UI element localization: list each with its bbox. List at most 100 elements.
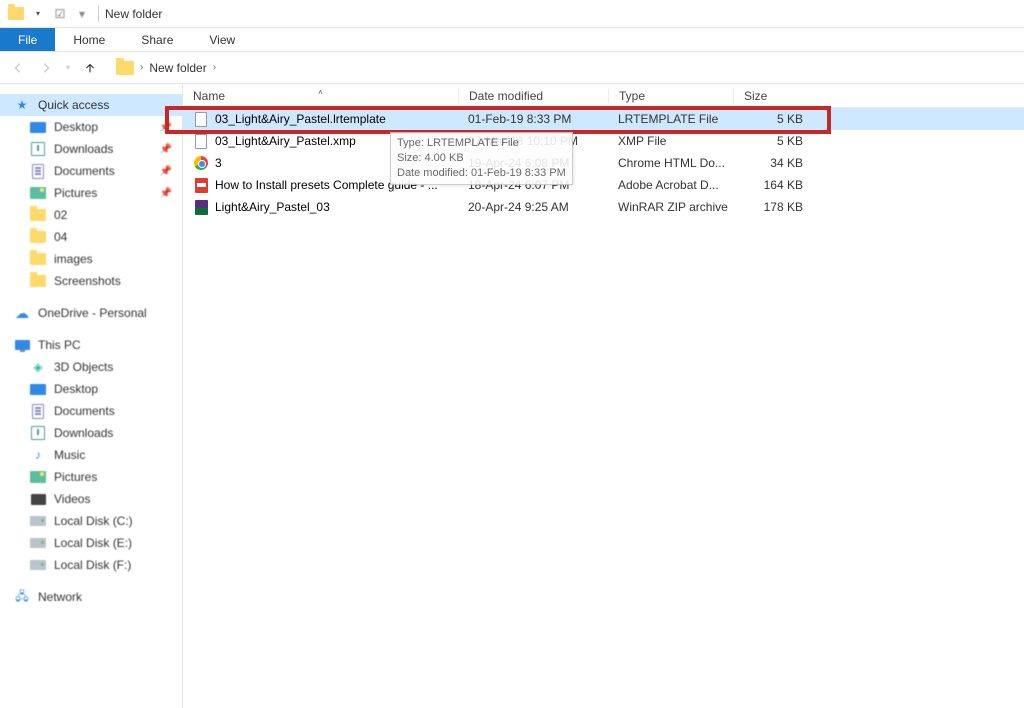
cloud-icon: ☁ bbox=[14, 305, 30, 321]
tooltip-size: Size: 4.00 KB bbox=[397, 151, 566, 166]
sidebar-item[interactable]: Downloads📌 bbox=[0, 138, 182, 160]
file-list-pane[interactable]: Name ˄ Date modified Type Size 03_Light&… bbox=[183, 84, 1024, 708]
sidebar-item[interactable]: 02 bbox=[0, 204, 182, 226]
home-tab[interactable]: Home bbox=[55, 28, 123, 51]
pc-icon bbox=[14, 337, 30, 353]
network[interactable]: 🖧 Network bbox=[0, 586, 182, 608]
file-tab[interactable]: File bbox=[0, 28, 55, 51]
column-size[interactable]: Size bbox=[733, 89, 813, 103]
recent-dropdown-icon[interactable]: ▾ bbox=[62, 56, 74, 80]
sort-indicator-icon: ˄ bbox=[318, 88, 323, 97]
sidebar-item[interactable]: Pictures bbox=[0, 466, 182, 488]
qat-undo-icon[interactable]: ▾ bbox=[72, 4, 92, 24]
folder-icon bbox=[30, 273, 46, 289]
file-type: Chrome HTML Do... bbox=[608, 156, 733, 170]
sidebar-item[interactable]: Pictures 📌 bbox=[0, 182, 182, 204]
sidebar-item[interactable]: images bbox=[0, 248, 182, 270]
sidebar-item[interactable]: Local Disk (E:) bbox=[0, 532, 182, 554]
chrome-icon bbox=[193, 155, 209, 171]
qat-checkbox-icon[interactable]: ☑ bbox=[50, 4, 70, 24]
sidebar-item-label: Pictures bbox=[54, 186, 97, 200]
sidebar-item[interactable]: ◈3D Objects bbox=[0, 356, 182, 378]
file-name: 03_Light&Airy_Pastel.lrtemplate bbox=[215, 112, 386, 126]
pictures-icon bbox=[30, 469, 46, 485]
archive-icon bbox=[193, 199, 209, 215]
pictures-icon bbox=[30, 185, 46, 201]
quick-access-label: Quick access bbox=[38, 98, 109, 112]
tooltip-type: Type: LRTEMPLATE File bbox=[397, 136, 566, 151]
pin-icon: 📌 bbox=[160, 144, 172, 155]
pin-icon: 📌 bbox=[160, 166, 172, 177]
file-size: 178 KB bbox=[733, 200, 813, 214]
chevron-right-icon[interactable]: › bbox=[213, 62, 216, 73]
file-type: LRTEMPLATE File bbox=[608, 112, 733, 126]
folder-icon bbox=[30, 229, 46, 245]
chevron-right-icon[interactable]: › bbox=[140, 62, 143, 73]
sidebar-item-label: Documents bbox=[54, 164, 115, 178]
documents-icon bbox=[30, 403, 46, 419]
desktop-icon bbox=[30, 381, 46, 397]
column-name[interactable]: Name ˄ bbox=[183, 89, 458, 103]
qat-dropdown-icon[interactable]: ▾ bbox=[28, 4, 48, 24]
column-headers: Name ˄ Date modified Type Size bbox=[183, 84, 1024, 108]
forward-button[interactable] bbox=[34, 56, 58, 80]
sidebar-item[interactable]: 04 bbox=[0, 226, 182, 248]
tooltip-date: Date modified: 01-Feb-19 8:33 PM bbox=[397, 166, 566, 181]
music-icon: ♪ bbox=[30, 447, 46, 463]
sidebar-item-label: Music bbox=[54, 448, 85, 462]
folder-icon bbox=[6, 4, 26, 24]
network-label: Network bbox=[38, 590, 82, 604]
breadcrumb-folder[interactable]: New folder bbox=[149, 61, 206, 75]
sidebar-item[interactable]: Local Disk (C:) bbox=[0, 510, 182, 532]
drive-icon bbox=[30, 535, 46, 551]
file-icon bbox=[193, 133, 209, 149]
drive-icon bbox=[30, 513, 46, 529]
drive-icon bbox=[30, 557, 46, 573]
this-pc[interactable]: This PC bbox=[0, 334, 182, 356]
column-type[interactable]: Type bbox=[608, 89, 733, 103]
sidebar-item-label: 3D Objects bbox=[54, 360, 113, 374]
sidebar-item[interactable]: Documents bbox=[0, 400, 182, 422]
sidebar-item-label: Screenshots bbox=[54, 274, 121, 288]
videos-icon bbox=[30, 491, 46, 507]
folder-icon bbox=[30, 251, 46, 267]
up-button[interactable] bbox=[78, 56, 102, 80]
file-row[interactable]: 03_Light&Airy_Pastel.xmp 07-Mar-18 10:10… bbox=[183, 130, 1024, 152]
file-row[interactable]: 3 19-Apr-24 6:08 PM Chrome HTML Do... 34… bbox=[183, 152, 1024, 174]
pin-icon: 📌 bbox=[160, 188, 172, 199]
file-row[interactable]: 03_Light&Airy_Pastel.lrtemplate 01-Feb-1… bbox=[183, 108, 1024, 130]
share-tab[interactable]: Share bbox=[123, 28, 191, 51]
sidebar-item[interactable]: Desktop bbox=[0, 378, 182, 400]
sidebar-item[interactable]: ♪ Music bbox=[0, 444, 182, 466]
back-button[interactable] bbox=[6, 56, 30, 80]
network-icon: 🖧 bbox=[14, 589, 30, 605]
column-date[interactable]: Date modified bbox=[458, 89, 608, 103]
file-type: WinRAR ZIP archive bbox=[608, 200, 733, 214]
file-date: 01-Feb-19 8:33 PM bbox=[458, 112, 608, 126]
sidebar-item[interactable]: Screenshots bbox=[0, 270, 182, 292]
folder-icon bbox=[116, 61, 134, 75]
file-row[interactable]: How to Install presets Complete guide - … bbox=[183, 174, 1024, 196]
sidebar-item-label: 02 bbox=[54, 208, 67, 222]
address-bar[interactable]: › New folder › bbox=[116, 61, 216, 75]
file-row[interactable]: Light&Airy_Pastel_03 20-Apr-24 9:25 AM W… bbox=[183, 196, 1024, 218]
file-size: 34 KB bbox=[733, 156, 813, 170]
file-rows: 03_Light&Airy_Pastel.lrtemplate 01-Feb-1… bbox=[183, 108, 1024, 218]
view-tab[interactable]: View bbox=[191, 28, 253, 51]
sidebar-item[interactable]: Documents 📌 bbox=[0, 160, 182, 182]
sidebar-item-label: Local Disk (C:) bbox=[54, 514, 133, 528]
quick-access[interactable]: ★ Quick access bbox=[0, 94, 182, 116]
documents-icon bbox=[30, 163, 46, 179]
sidebar-item[interactable]: Videos bbox=[0, 488, 182, 510]
onedrive[interactable]: ☁ OneDrive - Personal bbox=[0, 302, 182, 324]
sidebar-item[interactable]: Desktop📌 bbox=[0, 116, 182, 138]
navigation-pane[interactable]: ★ Quick access Desktop📌Downloads📌Documen… bbox=[0, 84, 183, 708]
sidebar-item[interactable]: Downloads bbox=[0, 422, 182, 444]
pdf-icon bbox=[193, 177, 209, 193]
downloads-icon bbox=[30, 425, 46, 441]
file-icon bbox=[193, 111, 209, 127]
pin-icon: 📌 bbox=[160, 122, 172, 133]
file-name: 3 bbox=[215, 156, 222, 170]
main-area: ★ Quick access Desktop📌Downloads📌Documen… bbox=[0, 84, 1024, 708]
sidebar-item[interactable]: Local Disk (F:) bbox=[0, 554, 182, 576]
